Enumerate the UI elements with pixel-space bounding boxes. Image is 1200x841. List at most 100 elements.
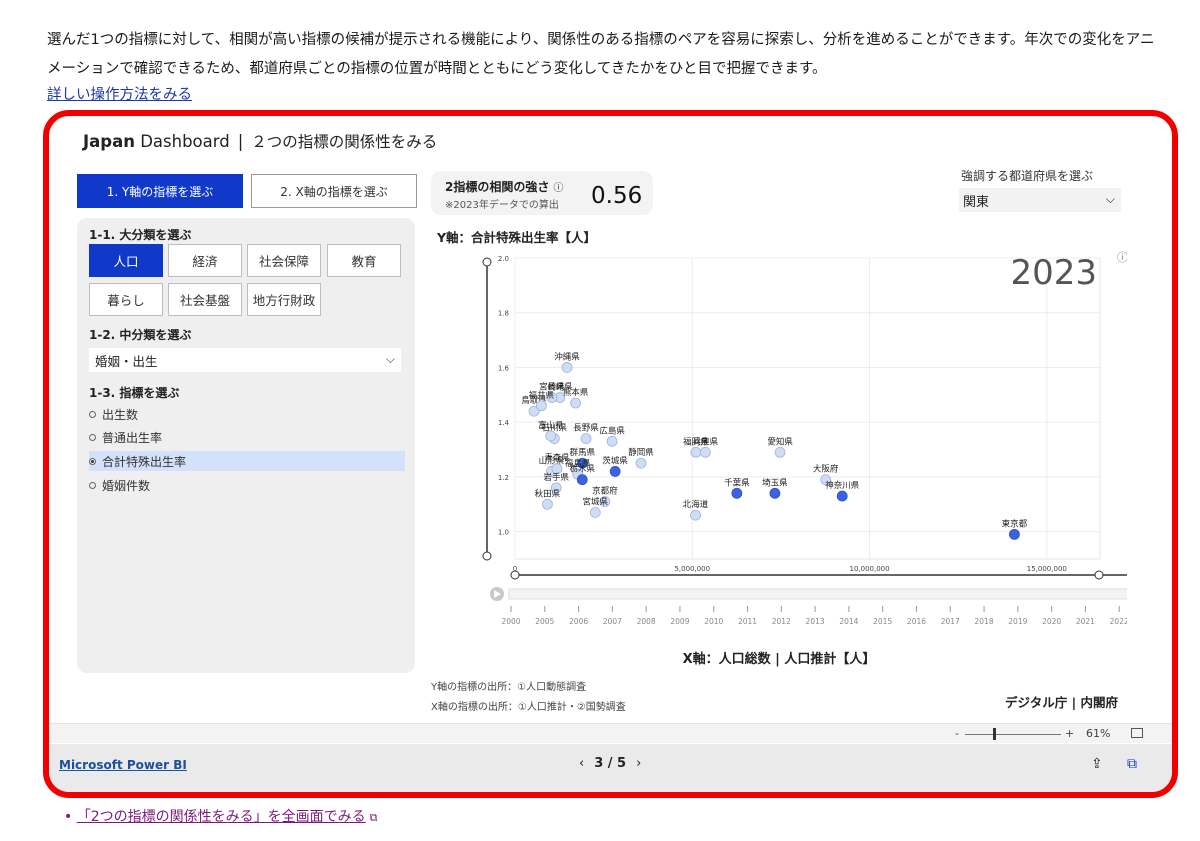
radio-selected-icon: [89, 457, 96, 465]
zoom-slider-handle[interactable]: [993, 728, 996, 740]
indicator-label: 合計特殊出生率: [102, 454, 187, 469]
data-label: 埼玉県: [762, 477, 788, 488]
correlation-card: 2指標の相関の強さ ⓘ ※2023年データでの算出 0.56: [431, 171, 653, 215]
tab-y-axis[interactable]: 1. Y軸の指標を選ぶ: [77, 174, 243, 208]
data-label: 群馬県: [570, 447, 596, 458]
data-label: 熊本県: [563, 387, 589, 398]
fullscreen-icon[interactable]: ⧉: [1127, 756, 1137, 772]
external-link-icon: ⧉: [369, 811, 378, 824]
zoom-in-button[interactable]: +: [1065, 727, 1074, 740]
data-label: 福井県: [529, 390, 555, 401]
data-point: [699, 446, 711, 458]
agency-credit: デジタル庁 | 内閣府: [1005, 695, 1119, 710]
data-point: [561, 362, 573, 373]
category-button-infrastructure[interactable]: 社会基盤: [168, 283, 242, 316]
category-button-population[interactable]: 人口: [89, 244, 163, 277]
timeline-year-label: 2005: [535, 617, 554, 626]
correlation-value: 0.56: [591, 183, 643, 209]
zoom-level: 61%: [1086, 727, 1111, 740]
brand-bold: Japan: [83, 132, 135, 151]
x-axis-title: X軸：人口総数 | 人口推計【人】: [682, 652, 876, 667]
section-category: 1-1. 大分類を選ぶ: [89, 228, 192, 242]
indicator-option-marriages[interactable]: 婚姻件数: [89, 475, 405, 495]
fit-to-page-icon[interactable]: [1131, 728, 1143, 738]
intro-help-link[interactable]: 詳しい操作方法をみる: [47, 83, 192, 104]
timeline-year-label: 2011: [738, 617, 757, 626]
data-point: [576, 474, 588, 486]
data-label: 大阪府: [813, 464, 839, 475]
data-label: 千葉県: [724, 477, 750, 488]
indicator-option-births[interactable]: 出生数: [89, 404, 405, 424]
report-title: Japan Dashboard | ２つの指標の関係性をみる: [83, 130, 437, 152]
info-icon: ⓘ: [1117, 251, 1127, 264]
data-point: [545, 430, 557, 442]
next-page-icon[interactable]: ›: [636, 756, 641, 771]
fullscreen-link[interactable]: • 「2つの指標の関係性をみる」を全画面でみる ⧉: [64, 806, 377, 826]
radio-icon: [89, 410, 96, 418]
scatter-chart[interactable]: 1.01.21.41.61.82.00 5,000,000 10,000,000 15…: [427, 246, 1127, 646]
category-button-living[interactable]: 暮らし: [89, 283, 163, 316]
midcategory-value: 婚姻・出生: [95, 353, 158, 369]
powerbi-link[interactable]: Microsoft Power BI: [59, 758, 187, 772]
timeline-year-label: 2019: [1008, 617, 1027, 626]
midcategory-dropdown[interactable]: 婚姻・出生 ⌵: [89, 348, 401, 372]
radio-icon: [89, 481, 96, 489]
data-label: 茨城県: [602, 455, 628, 466]
data-label: 愛知県: [767, 436, 793, 447]
indicator-option-crude-birth-rate[interactable]: 普通出生率: [89, 427, 405, 447]
data-point: [731, 487, 743, 499]
timeline-year-label: 2015: [873, 617, 892, 626]
prev-page-icon[interactable]: ‹: [579, 756, 584, 771]
data-label: 長野県: [573, 424, 599, 434]
tab-x-axis[interactable]: 2. X軸の指標を選ぶ: [251, 174, 417, 208]
timeline-year-label: 2021: [1076, 617, 1095, 626]
data-label: 栃木県: [569, 464, 595, 475]
data-point: [635, 457, 647, 469]
zoom-out-button[interactable]: -: [955, 727, 959, 740]
title-separator: |: [237, 132, 244, 151]
timeline-year-label: 2009: [670, 617, 689, 626]
data-point: [690, 509, 701, 521]
page-indicator: 3 / 5: [594, 756, 627, 771]
section-indicator: 1-3. 指標を選ぶ: [89, 386, 180, 400]
zoom-bar: - + 61%: [49, 723, 1172, 743]
report-subtitle: ２つの指標の関係性をみる: [251, 133, 438, 151]
data-point: [606, 435, 618, 447]
timeline-year-label: 2016: [907, 617, 926, 626]
section-midcategory: 1-2. 中分類を選ぶ: [89, 328, 192, 342]
powerbi-report-frame: Japan Dashboard | ２つの指標の関係性をみる 1. Y軸の指標を選ぶ…: [43, 110, 1178, 798]
x-tick-label: 5,000,000: [674, 565, 710, 573]
category-button-social-security[interactable]: 社会保障: [247, 244, 321, 277]
timeline-year-label: 2014: [839, 617, 858, 626]
y-range-handle-top: [482, 257, 492, 267]
data-label: 沖縄県: [554, 351, 580, 362]
indicator-option-total-fertility-rate[interactable]: 合計特殊出生率: [89, 451, 405, 471]
indicator-label: 普通出生率: [102, 430, 163, 445]
data-label: 東京都: [1002, 518, 1028, 529]
x-tick-label: 15,000,000: [1027, 565, 1067, 573]
timeline-year-label: 2022: [1110, 617, 1127, 626]
data-label: 京都府: [592, 486, 618, 497]
timeline-year-label: 2013: [806, 617, 825, 626]
y-tick-label: 1.4: [498, 419, 510, 427]
data-point: [1009, 528, 1020, 540]
prefecture-dropdown[interactable]: 関東 ⌵: [959, 188, 1121, 212]
data-point: [836, 490, 848, 502]
timeline-year-label: 2008: [637, 617, 656, 626]
timeline-year-label: 2006: [569, 617, 588, 626]
info-icon[interactable]: ⓘ: [554, 183, 564, 194]
timeline-year-label: 2010: [704, 617, 723, 626]
data-point: [570, 397, 581, 409]
share-icon[interactable]: ⇪: [1091, 756, 1103, 772]
timeline-year-label: 2017: [941, 617, 960, 626]
data-point: [542, 498, 553, 510]
plot-area: [514, 257, 1101, 560]
timeline-year-label: 2018: [975, 617, 994, 626]
x-tick-label: 10,000,000: [849, 565, 889, 573]
fullscreen-link-text: 「2つの指標の関係性をみる」を全画面でみる: [76, 809, 366, 825]
year-label: 2023: [1010, 253, 1097, 293]
category-button-education[interactable]: 教育: [327, 244, 401, 277]
category-button-economy[interactable]: 経済: [168, 244, 242, 277]
zoom-slider-track[interactable]: [965, 734, 1061, 735]
category-button-local-finance[interactable]: 地方行財政: [247, 283, 321, 316]
